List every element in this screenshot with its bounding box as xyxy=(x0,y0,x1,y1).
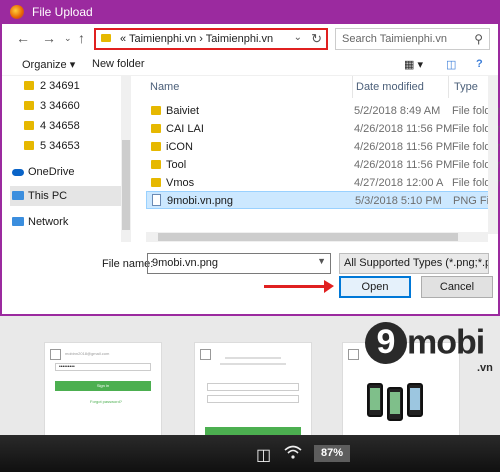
new-folder-button[interactable]: New folder xyxy=(92,58,145,70)
organize-button[interactable]: Organize ▾ xyxy=(22,58,75,71)
card-checkbox[interactable] xyxy=(200,349,211,360)
search-input[interactable]: Search Taimienphi.vn ⚲ xyxy=(335,28,490,50)
column-divider[interactable] xyxy=(352,76,353,98)
phone-image xyxy=(407,383,423,417)
file-row[interactable]: iCON 4/26/2018 11:56 PM File folder xyxy=(146,138,500,156)
search-icon: ⚲ xyxy=(474,32,483,46)
forward-arrow-icon[interactable]: → xyxy=(42,30,56,46)
card-password-field: ••••••••• xyxy=(55,363,151,371)
chevron-down-icon[interactable]: ⌄ xyxy=(294,32,302,43)
logo-vn: .vn xyxy=(477,362,493,374)
card-field xyxy=(207,383,299,391)
sidebar-item-folder-5[interactable]: 5 34653 xyxy=(22,136,134,156)
folder-icon xyxy=(24,81,34,90)
card-field xyxy=(207,395,299,403)
scrollbar-thumb[interactable] xyxy=(122,140,130,230)
image-file-icon xyxy=(152,194,161,206)
preview-pane-icon[interactable]: ◫ xyxy=(446,58,456,71)
column-divider[interactable] xyxy=(448,76,449,98)
folder-icon xyxy=(151,142,161,151)
column-header-type[interactable]: Type xyxy=(454,76,478,98)
up-arrow-icon[interactable]: ↑ xyxy=(78,30,85,46)
sidebar-item-this-pc[interactable]: This PC xyxy=(10,186,122,206)
dialog-toolbar: Organize ▾ New folder ▦ ▾ ◫ ? xyxy=(2,54,498,76)
phone-image xyxy=(387,387,403,421)
breadcrumb[interactable]: « Taimienphi.vn › Taimienphi.vn xyxy=(120,33,273,45)
column-header-name[interactable]: Name xyxy=(150,76,179,98)
cloud-icon xyxy=(12,169,24,176)
logo-mobi: mobi xyxy=(407,323,485,362)
card-forgot-link: Forgot password? xyxy=(90,399,123,404)
dialog-title: File Upload xyxy=(32,5,93,19)
sidebar-item-folder-2[interactable]: 2 34691 xyxy=(22,76,134,96)
file-row[interactable]: Vmos 4/27/2018 12:00 A File folder xyxy=(146,174,500,192)
file-row[interactable]: CAI LAI 4/26/2018 11:56 PM File folder xyxy=(146,120,500,138)
recent-chevron-icon[interactable]: ⌄ xyxy=(64,33,72,44)
folder-icon xyxy=(151,106,161,115)
file-name-label: File name: xyxy=(102,258,154,270)
computer-icon xyxy=(12,191,24,200)
card-email-text: mobinn2018@gmail.com xyxy=(65,351,110,356)
background-webpage: mobinn2018@gmail.com ••••••••• Sign in F… xyxy=(0,300,500,442)
folder-icon xyxy=(24,101,34,110)
card-line xyxy=(220,363,286,365)
chevron-down-icon[interactable]: ▼ xyxy=(317,256,326,266)
folder-icon xyxy=(24,141,34,150)
folder-icon xyxy=(151,124,161,133)
folder-icon xyxy=(24,121,34,130)
file-row-selected[interactable]: 9mobi.vn.png 5/3/2018 5:10 PM PNG File xyxy=(146,191,498,209)
card-line xyxy=(225,357,281,359)
sidebar-item-onedrive[interactable]: OneDrive xyxy=(10,162,122,182)
folder-icon xyxy=(151,178,161,187)
file-type-select[interactable]: All Supported Types (*.png;*.pn xyxy=(339,253,489,274)
card-signin-button: Sign in xyxy=(55,381,151,391)
login-card-preview[interactable]: mobinn2018@gmail.com ••••••••• Sign in F… xyxy=(44,342,162,442)
wifi-icon[interactable] xyxy=(284,445,302,464)
annotation-arrow xyxy=(264,280,334,293)
address-bar[interactable]: « Taimienphi.vn › Taimienphi.vn ⌄ ↻ xyxy=(94,28,328,50)
logo-nine: 9 xyxy=(365,322,407,364)
search-placeholder: Search Taimienphi.vn xyxy=(342,33,447,45)
site-logo: 9 mobi .vn xyxy=(365,322,493,374)
firefox-icon xyxy=(10,5,24,19)
navigation-pane: 2 34691 3 34660 4 34658 5 34653 OneDrive… xyxy=(10,76,130,242)
battery-indicator[interactable]: 87% xyxy=(314,445,350,462)
sidebar-item-folder-4[interactable]: 4 34658 xyxy=(22,116,134,136)
cancel-button[interactable]: Cancel xyxy=(421,276,493,298)
file-row[interactable]: Tool 4/26/2018 11:56 PM File folder xyxy=(146,156,500,174)
network-icon xyxy=(12,217,24,226)
password-card-preview[interactable] xyxy=(194,342,312,442)
phone-image xyxy=(367,383,383,417)
back-arrow-icon[interactable]: ← xyxy=(16,30,30,46)
horizontal-scrollbar[interactable] xyxy=(146,232,488,242)
card-checkbox[interactable] xyxy=(348,349,359,360)
sidebar-item-network[interactable]: Network xyxy=(10,212,122,232)
column-header-date[interactable]: Date modified xyxy=(356,76,424,98)
file-row[interactable]: Baiviet 5/2/2018 8:49 AM File folder xyxy=(146,102,500,120)
view-options-icon[interactable]: ▦ ▾ xyxy=(404,58,423,71)
open-button[interactable]: Open xyxy=(339,276,411,298)
monitor-icon[interactable]: ◫ xyxy=(256,445,271,465)
scrollbar-thumb[interactable] xyxy=(158,233,458,241)
file-list: Name Date modified Type Baiviet 5/2/2018… xyxy=(134,76,500,234)
card-checkbox[interactable] xyxy=(50,349,61,360)
file-list-scrollbar[interactable] xyxy=(488,76,498,234)
folder-icon xyxy=(101,34,111,42)
address-bar-row: ← → ⌄ ↑ « Taimienphi.vn › Taimienphi.vn … xyxy=(2,24,498,54)
file-name-input[interactable]: 9mobi.vn.png ▼ xyxy=(147,253,331,274)
refresh-icon[interactable]: ↻ xyxy=(311,31,322,47)
sidebar-scrollbar[interactable] xyxy=(121,76,131,242)
help-icon[interactable]: ? xyxy=(476,58,483,70)
dialog-titlebar[interactable]: File Upload xyxy=(2,0,498,24)
sidebar-item-folder-3[interactable]: 3 34660 xyxy=(22,96,134,116)
file-upload-dialog: File Upload ← → ⌄ ↑ « Taimienphi.vn › Ta… xyxy=(0,0,500,316)
folder-icon xyxy=(151,160,161,169)
taskbar: ◫ 87% xyxy=(0,435,500,472)
